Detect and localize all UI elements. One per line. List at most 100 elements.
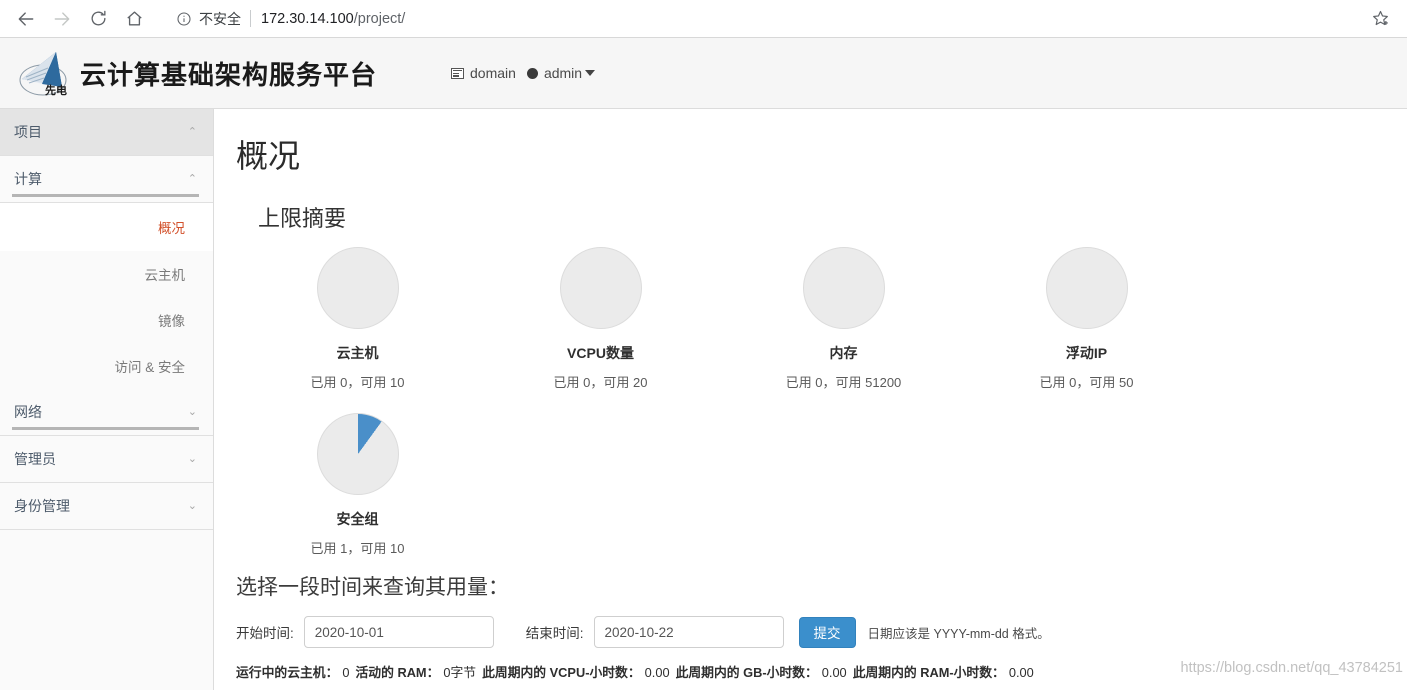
sidebar-item-images[interactable]: 镜像 bbox=[0, 297, 213, 343]
url-path: /project/ bbox=[353, 10, 406, 27]
sidebar-group-project[interactable]: 项目 ⌃ bbox=[0, 109, 213, 156]
sidebar-item-label: 镜像 bbox=[158, 314, 185, 329]
omnibox-divider bbox=[250, 10, 251, 27]
sidebar-group-label: 项目 bbox=[14, 124, 42, 140]
end-date-input[interactable] bbox=[593, 616, 784, 648]
quota-name: 浮动IP bbox=[1065, 345, 1108, 361]
sidebar-item-instances[interactable]: 云主机 bbox=[0, 251, 213, 297]
donut-chart-vcpu bbox=[559, 247, 642, 329]
forward-arrow-icon bbox=[54, 11, 70, 26]
info-circle-icon[interactable] bbox=[176, 11, 192, 27]
quota-name: 内存 bbox=[829, 345, 858, 361]
stat-value-ram-hours: 0.00 bbox=[1008, 665, 1034, 680]
query-section-title: 选择一段时间来查询其用量： bbox=[236, 576, 509, 599]
main-content: 概况 上限摘要 云主机 已用 0，可用 10 VCPU数量 已用 0，可用 20… bbox=[214, 109, 1407, 690]
url-host: 172.30.14.100 bbox=[261, 10, 354, 27]
sidebar-group-label: 网络 bbox=[14, 404, 42, 420]
quota-row-secondary: 安全组 已用 1，可用 10 bbox=[214, 413, 1407, 557]
star-plus-icon bbox=[1372, 10, 1388, 26]
quota-detail: 已用 0，可用 51200 bbox=[785, 375, 902, 390]
quota-name: VCPU数量 bbox=[567, 345, 634, 361]
page-shell: 项目 ⌃ 计算 ⌃ 概况 云主机 镜像 访问 & 安全 网络 ⌄ 管理员 ⌄ 身… bbox=[0, 109, 1407, 690]
sidebar-item-label: 概况 bbox=[158, 221, 185, 236]
domain-label: domain bbox=[470, 65, 516, 81]
sidebar-group-label: 管理员 bbox=[14, 451, 56, 467]
user-dot-icon bbox=[526, 67, 538, 79]
quota-section-title: 上限摘要 bbox=[258, 206, 347, 231]
chevron-up-icon: ⌃ bbox=[187, 172, 197, 185]
sidebar-group-identity[interactable]: 身份管理 ⌄ bbox=[0, 483, 213, 530]
sidebar-group-label: 身份管理 bbox=[14, 498, 70, 514]
quota-row-primary: 云主机 已用 0，可用 10 VCPU数量 已用 0，可用 20 内存 已用 0… bbox=[214, 247, 1407, 391]
quota-card-instances: 云主机 已用 0，可用 10 bbox=[236, 247, 479, 391]
page-title: 概况 bbox=[236, 138, 301, 174]
browser-toolbar: 不安全 172.30.14.100/project/ bbox=[0, 0, 1407, 38]
home-icon bbox=[126, 11, 142, 26]
chevron-down-icon: ⌄ bbox=[187, 405, 197, 418]
donut-chart-floating-ip bbox=[1045, 247, 1128, 329]
stat-label-ram-hours: 此周期内的 RAM-小时数： bbox=[852, 665, 1005, 680]
donut-chart-memory bbox=[802, 247, 885, 329]
user-menu[interactable]: admin bbox=[526, 65, 596, 81]
brand[interactable]: 先电 云计算基础架构服务平台 bbox=[12, 46, 377, 100]
stat-value-active-ram: 0字节 bbox=[443, 665, 477, 680]
quota-name: 安全组 bbox=[336, 511, 379, 527]
quota-name: 云主机 bbox=[336, 345, 379, 361]
sidebar-group-admin[interactable]: 管理员 ⌄ bbox=[0, 436, 213, 483]
back-button[interactable] bbox=[8, 4, 44, 34]
chevron-down-icon: ⌄ bbox=[187, 452, 197, 465]
bookmark-button[interactable] bbox=[1363, 4, 1397, 34]
stat-label-vcpu-hours: 此周期内的 VCPU-小时数： bbox=[482, 665, 641, 680]
quota-detail: 已用 1，可用 10 bbox=[310, 541, 405, 556]
donut-chart-instances bbox=[316, 247, 399, 329]
home-button[interactable] bbox=[116, 4, 152, 34]
svg-text:先电: 先电 bbox=[45, 83, 67, 97]
stat-value-running-instances: 0 bbox=[342, 665, 350, 680]
sidebar: 项目 ⌃ 计算 ⌃ 概况 云主机 镜像 访问 & 安全 网络 ⌄ 管理员 ⌄ 身… bbox=[0, 109, 214, 690]
group-underline bbox=[12, 427, 199, 430]
chevron-down-icon bbox=[585, 70, 596, 76]
quota-card-memory: 内存 已用 0，可用 51200 bbox=[722, 247, 965, 391]
donut-chart-security-group bbox=[316, 413, 399, 495]
stat-value-vcpu-hours: 0.00 bbox=[644, 665, 670, 680]
quota-card-vcpu: VCPU数量 已用 0，可用 20 bbox=[479, 247, 722, 391]
reload-icon bbox=[91, 10, 106, 26]
stat-label-running-instances: 运行中的云主机： bbox=[236, 665, 339, 680]
domain-card-icon bbox=[451, 67, 465, 79]
sidebar-group-compute[interactable]: 计算 ⌃ bbox=[0, 156, 213, 203]
header-actions: domain admin bbox=[451, 65, 606, 81]
quota-card-floating-ip: 浮动IP 已用 0，可用 50 bbox=[965, 247, 1208, 391]
user-label: admin bbox=[543, 65, 583, 81]
sidebar-item-access-security[interactable]: 访问 & 安全 bbox=[0, 343, 213, 389]
usage-stats-line: 运行中的云主机： 0 活动的 RAM： 0字节 此周期内的 VCPU-小时数： 0.00 此… bbox=[236, 662, 1407, 681]
stat-label-gb-hours: 此周期内的 GB-小时数： bbox=[675, 665, 818, 680]
sidebar-compute-items: 概况 云主机 镜像 访问 & 安全 bbox=[0, 203, 213, 389]
brand-title: 云计算基础架构服务平台 bbox=[80, 60, 378, 91]
stat-value-gb-hours: 0.00 bbox=[821, 665, 847, 680]
start-date-input[interactable] bbox=[303, 616, 494, 648]
end-date-label: 结束时间: bbox=[525, 626, 584, 641]
sidebar-item-label: 访问 & 安全 bbox=[114, 360, 185, 375]
date-range-form: 开始时间: 结束时间: 提交 日期应该是 YYYY-mm-dd 格式。 bbox=[236, 616, 1407, 648]
back-arrow-icon bbox=[18, 11, 34, 26]
chevron-up-icon: ⌃ bbox=[187, 125, 197, 138]
reload-button[interactable] bbox=[80, 4, 116, 34]
submit-button[interactable]: 提交 bbox=[798, 616, 856, 648]
forward-button[interactable] bbox=[44, 4, 80, 34]
group-underline bbox=[12, 194, 199, 197]
quota-detail: 已用 0，可用 50 bbox=[1039, 375, 1134, 390]
start-date-label: 开始时间: bbox=[236, 626, 294, 641]
quota-detail: 已用 0，可用 10 bbox=[310, 375, 405, 390]
sidebar-item-label: 云主机 bbox=[144, 268, 186, 283]
address-bar[interactable]: 不安全 172.30.14.100/project/ bbox=[166, 4, 1357, 33]
domain-selector[interactable]: domain bbox=[451, 65, 516, 81]
security-status-label: 不安全 bbox=[199, 10, 241, 27]
app-header: 先电 云计算基础架构服务平台 domain admin bbox=[0, 38, 1407, 109]
chevron-down-icon: ⌄ bbox=[187, 499, 197, 512]
sidebar-group-label: 计算 bbox=[14, 171, 42, 187]
date-format-hint: 日期应该是 YYYY-mm-dd 格式。 bbox=[867, 626, 1050, 641]
quota-card-security-group: 安全组 已用 1，可用 10 bbox=[236, 413, 479, 557]
sidebar-item-overview[interactable]: 概况 bbox=[0, 203, 213, 251]
sidebar-group-network[interactable]: 网络 ⌄ bbox=[0, 389, 213, 436]
stat-label-active-ram: 活动的 RAM： bbox=[355, 665, 440, 680]
